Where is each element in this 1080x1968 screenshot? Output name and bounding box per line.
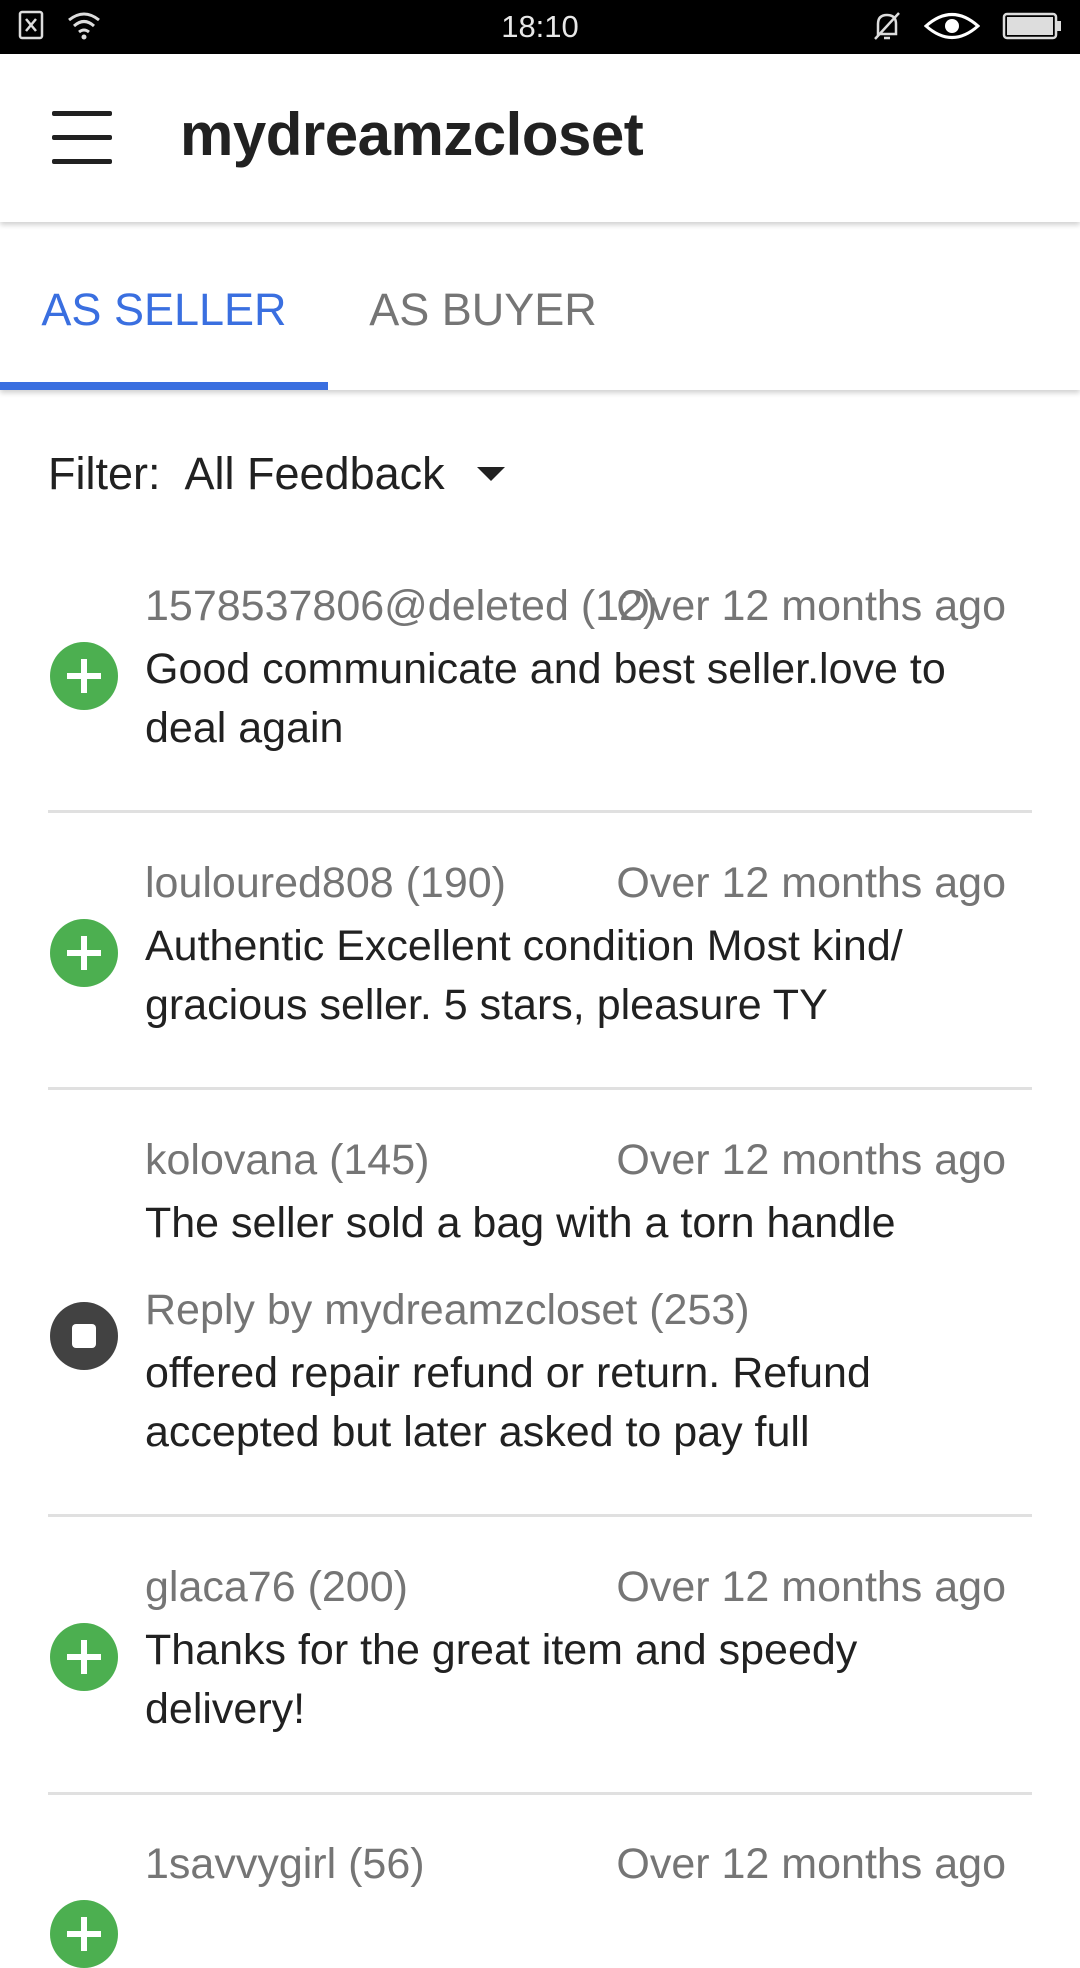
feedback-time: Over 12 months ago bbox=[616, 859, 1006, 907]
feedback-reply-by: Reply by mydreamzcloset (253) bbox=[145, 1286, 750, 1334]
feedback-user: glaca76 (200) bbox=[145, 1563, 408, 1611]
menu-icon bbox=[52, 111, 112, 116]
menu-icon-bar bbox=[52, 135, 112, 140]
tab-indicator bbox=[0, 382, 328, 390]
filter-label: Filter: bbox=[48, 448, 161, 499]
menu-button[interactable] bbox=[44, 107, 116, 171]
eye-icon bbox=[924, 13, 980, 39]
feedback-comment: The seller sold a bag with a torn handle bbox=[145, 1199, 896, 1247]
status-bar: 18:10 bbox=[0, 0, 1080, 54]
positive-feedback-icon bbox=[50, 1623, 118, 1691]
app-bar: mydreamzcloset bbox=[0, 54, 1080, 222]
filter-value: All Feedback bbox=[184, 448, 445, 499]
feedback-user: louloured808 (190) bbox=[145, 859, 506, 907]
divider bbox=[48, 810, 1032, 813]
positive-feedback-icon bbox=[50, 1900, 118, 1968]
feedback-time: Over 12 months ago bbox=[616, 1840, 1006, 1888]
feedback-comment: Authentic Excellent condition Most kind/… bbox=[145, 922, 903, 1029]
feedback-user: 1578537806@deleted (12) bbox=[145, 582, 658, 630]
positive-feedback-icon bbox=[50, 642, 118, 710]
divider bbox=[48, 1792, 1032, 1795]
tab-label: AS SELLER bbox=[41, 284, 287, 335]
page-title: mydreamzcloset bbox=[180, 101, 644, 168]
feedback-time: Over 12 months ago bbox=[616, 1563, 1006, 1611]
divider bbox=[48, 1087, 1032, 1090]
feedback-user: 1savvygirl (56) bbox=[145, 1840, 425, 1888]
feedback-user: kolovana (145) bbox=[145, 1136, 430, 1184]
filter-dropdown[interactable]: Filter: All Feedback bbox=[48, 448, 505, 500]
tab-as-buyer[interactable]: AS BUYER bbox=[328, 222, 638, 390]
mute-icon bbox=[874, 12, 900, 40]
tab-bar: AS SELLER AS BUYER bbox=[0, 222, 1080, 390]
divider bbox=[48, 1514, 1032, 1517]
menu-icon-bar bbox=[52, 159, 112, 164]
feedback-comment: Thanks for the great item and speedy del… bbox=[145, 1626, 858, 1733]
feedback-time: Over 12 months ago bbox=[616, 1136, 1006, 1184]
feedback-time: Over 12 months ago bbox=[616, 582, 1006, 630]
tab-as-seller[interactable]: AS SELLER bbox=[0, 222, 328, 390]
tab-label: AS BUYER bbox=[369, 284, 597, 335]
battery-icon bbox=[1002, 12, 1061, 40]
dropdown-arrow-icon bbox=[476, 467, 505, 481]
neutral-feedback-icon bbox=[50, 1302, 118, 1370]
feedback-comment: Good communicate and best seller.love to… bbox=[145, 645, 946, 752]
feedback-reply: offered repair refund or return. Refund … bbox=[145, 1349, 871, 1456]
positive-feedback-icon bbox=[50, 919, 118, 987]
